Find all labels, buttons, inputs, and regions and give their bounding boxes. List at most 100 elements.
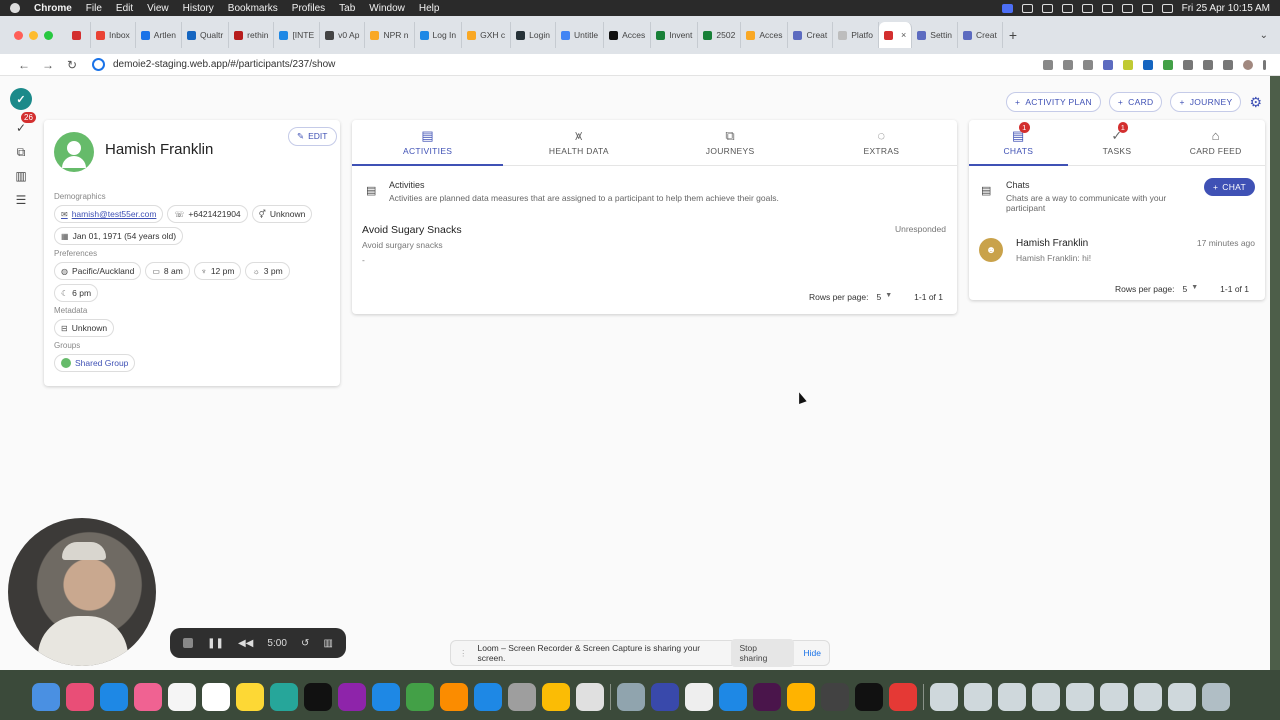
back-icon[interactable]: ← [12, 58, 36, 72]
stop-sharing-button[interactable]: Stop sharing [731, 639, 794, 667]
browser-tab[interactable]: Qualtr [182, 22, 230, 48]
freeform-icon[interactable] [270, 683, 298, 711]
tab-chats[interactable]: ▤ 1 CHATS [969, 120, 1068, 166]
app-store-icon[interactable] [474, 683, 502, 711]
add-journey-button[interactable]: + JOURNEY [1170, 92, 1242, 112]
document-icon[interactable] [930, 683, 958, 711]
chrome-icon[interactable] [542, 683, 570, 711]
git-app-icon[interactable] [889, 683, 917, 711]
profile-avatar[interactable] [1243, 59, 1253, 70]
tab-health-data[interactable]: ⩙ HEALTH DATA [503, 120, 654, 165]
audacity-icon[interactable] [719, 683, 747, 711]
reload-icon[interactable]: ↻ [60, 58, 84, 72]
numbers-icon[interactable] [406, 683, 434, 711]
tray-icon[interactable] [1041, 3, 1053, 13]
browser-tab[interactable]: NPR n [365, 22, 415, 48]
add-card-button[interactable]: + CARD [1108, 92, 1163, 112]
hide-button[interactable]: Hide [804, 648, 821, 658]
menu-tab[interactable]: Tab [339, 3, 355, 14]
browser-tab[interactable]: Untitle [556, 22, 605, 48]
pages-icon[interactable] [440, 683, 468, 711]
rows-per-page-select[interactable]: 5 ▼ [1183, 284, 1199, 294]
tab-card-feed[interactable]: ⌂ CARD FEED [1166, 120, 1265, 165]
browser-tab[interactable]: Acces [604, 22, 652, 48]
battery-icon[interactable] [1101, 3, 1113, 13]
tab-extras[interactable]: ◌ EXTRAS [806, 120, 957, 165]
document-icon[interactable] [998, 683, 1026, 711]
browser-tab[interactable]: [INTE [274, 22, 321, 48]
tray-icon[interactable] [1021, 3, 1033, 13]
pause-icon[interactable]: ❚❚ [207, 638, 224, 649]
apple-logo-icon[interactable] [10, 3, 20, 13]
new-tab-icon[interactable]: + [1009, 27, 1017, 43]
keynote-icon[interactable] [372, 683, 400, 711]
browser-tab[interactable]: Artlen [136, 22, 183, 48]
menu-window[interactable]: Window [369, 3, 405, 14]
minimize-window-icon[interactable] [29, 30, 38, 40]
rows-per-page-select[interactable]: 5 ▼ [877, 292, 893, 302]
restart-icon[interactable]: ↺ [301, 638, 309, 649]
reading-list-icon[interactable] [1203, 59, 1213, 70]
help-icon[interactable] [964, 683, 992, 711]
browser-tab[interactable]: GXH c [462, 22, 512, 48]
browser-tab[interactable]: Creat [788, 22, 834, 48]
browser-tab[interactable]: Inbox [91, 22, 136, 48]
teams-icon[interactable] [651, 683, 679, 711]
browser-tab[interactable]: Creat [958, 22, 1003, 48]
trash-icon[interactable]: ▥ [323, 638, 332, 649]
terminal-icon[interactable] [855, 683, 883, 711]
bookmark-star-icon[interactable] [1083, 59, 1093, 70]
browser-tab[interactable]: v0 Ap [320, 22, 366, 48]
address-bar[interactable]: demoie2-staging.web.app/#/participants/2… [92, 56, 1022, 74]
sidebar-icon[interactable] [1223, 59, 1233, 70]
extension-icon[interactable] [1103, 59, 1113, 70]
launchpad-icon[interactable] [66, 683, 94, 711]
drag-handle-icon[interactable]: ⋮ [459, 648, 468, 659]
slack-icon[interactable] [753, 683, 781, 711]
phone-chip[interactable]: ☏ +6421421904 [167, 205, 248, 223]
tab-tasks[interactable]: ✓ 1 TASKS [1068, 120, 1167, 165]
menu-help[interactable]: Help [419, 3, 440, 14]
tray-icon[interactable] [1061, 3, 1073, 13]
calendar-icon[interactable] [168, 683, 196, 711]
menu-app-name[interactable]: Chrome [34, 3, 72, 14]
library-nav-icon[interactable]: ▥ [14, 170, 28, 182]
tab-search-icon[interactable]: ⌄ [1260, 30, 1268, 41]
textedit-icon[interactable] [685, 683, 713, 711]
rewind-icon[interactable]: ◀◀ [238, 638, 253, 649]
document-icon[interactable] [1100, 683, 1128, 711]
email-chip[interactable]: ✉ hamish@test55er.com [54, 205, 164, 223]
browser-tab[interactable]: Log In [415, 22, 463, 48]
app-logo-icon[interactable]: ✓ [10, 88, 32, 110]
safari-icon[interactable] [100, 683, 128, 711]
browser-tab[interactable]: × [879, 22, 913, 48]
menu-history[interactable]: History [183, 3, 214, 14]
menu-view[interactable]: View [147, 3, 169, 14]
settings-gear-icon[interactable]: ⚙ [1249, 94, 1262, 111]
tab-journeys[interactable]: ⧉ JOURNEYS [655, 120, 806, 165]
edit-participant-button[interactable]: ✎ EDIT [288, 127, 337, 146]
control-center-icon[interactable] [1161, 3, 1173, 13]
pinwheel-app-icon[interactable] [787, 683, 815, 711]
group-chip[interactable]: Shared Group [54, 354, 136, 372]
install-app-icon[interactable] [1063, 59, 1073, 70]
document-icon[interactable] [1032, 683, 1060, 711]
apple-tv-icon[interactable] [304, 683, 332, 711]
maximize-window-icon[interactable] [44, 30, 53, 40]
chat-list-item[interactable]: ☻ Hamish Franklin Hamish Franklin: hi! 1… [979, 236, 1255, 266]
browser-tab[interactable]: 2502 [698, 22, 742, 48]
menu-nav-icon[interactable]: ☰ [14, 194, 28, 206]
finder-icon[interactable] [32, 683, 60, 711]
close-window-icon[interactable] [14, 30, 23, 40]
browser-tab[interactable]: Acces [741, 22, 789, 48]
extension-icon[interactable] [1123, 59, 1133, 70]
activity-item[interactable]: Avoid Sugary Snacks Avoid surgary snacks… [362, 224, 946, 268]
document-icon[interactable] [1066, 683, 1094, 711]
tab-activities[interactable]: ▤ ACTIVITIES [352, 120, 504, 166]
browser-tab[interactable]: rethin [229, 22, 275, 48]
menu-edit[interactable]: Edit [116, 3, 133, 14]
extension-icon[interactable] [1163, 59, 1173, 70]
browser-tab[interactable]: Platfo [833, 22, 880, 48]
new-chat-button[interactable]: + CHAT [1204, 178, 1255, 196]
photos-icon[interactable] [134, 683, 162, 711]
